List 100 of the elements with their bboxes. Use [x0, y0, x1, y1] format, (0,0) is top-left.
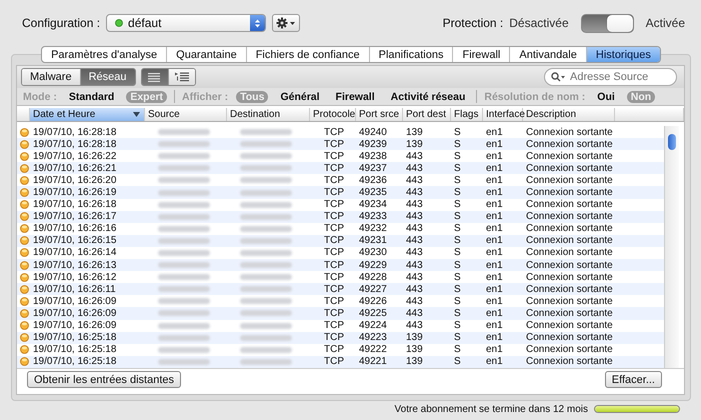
- table-cell-text: TCP: [323, 174, 345, 186]
- status-dot-icon: [20, 321, 29, 330]
- table-cell-text: 443: [405, 211, 424, 222]
- config-dropdown[interactable]: défaut: [106, 14, 266, 32]
- table-cell-text: 19/07/10, 16:28:18: [32, 126, 118, 138]
- column-header[interactable]: Destination: [227, 108, 310, 121]
- filter-option[interactable]: Standard: [64, 90, 118, 102]
- table-cell-text: en1: [485, 187, 504, 198]
- table-cell-text: 19/07/10, 16:26:16: [32, 223, 118, 234]
- tab[interactable]: Historiques: [586, 47, 660, 62]
- table-cell-text: TCP: [323, 284, 345, 295]
- table-cell-text: 19/07/10, 16:26:21: [32, 162, 118, 174]
- redacted-address: [240, 141, 292, 148]
- redacted-address: [240, 322, 292, 329]
- table-cell-text: en1: [485, 284, 504, 295]
- scrollbar-track[interactable]: [664, 126, 679, 368]
- table-cell-text: 49240: [358, 126, 388, 138]
- status-dot-icon: [20, 164, 29, 173]
- table-cell-text: en1: [485, 356, 504, 368]
- table-cell-text: TCP: [323, 247, 345, 258]
- redacted-address: [240, 214, 292, 220]
- redacted-address: [158, 358, 210, 365]
- status-dot-icon: [20, 357, 29, 366]
- table-cell-text: S: [453, 223, 462, 234]
- table-cell-text: 19/07/10, 16:26:12: [32, 272, 118, 283]
- column-header[interactable]: Protocole: [310, 108, 356, 121]
- filter-option[interactable]: Activité réseau: [386, 90, 470, 102]
- table-cell-text: Connexion sortante: [525, 272, 614, 283]
- status-dot-icon: [115, 19, 124, 27]
- table-cell-text: en1: [485, 296, 504, 307]
- table-cell-text: 49232: [358, 223, 388, 234]
- table-cell-text: S: [453, 296, 462, 307]
- status-dot-icon: [20, 236, 29, 246]
- column-header[interactable]: Port dest: [403, 108, 451, 121]
- table-cell-text: en1: [485, 138, 504, 150]
- search-field[interactable]: Adresse Source: [544, 68, 677, 86]
- redacted-address: [158, 262, 210, 268]
- table-cell-text: 49237: [358, 162, 388, 174]
- button[interactable]: Obtenir les entrées distantes: [27, 371, 182, 388]
- table-cell-text: S: [453, 138, 462, 150]
- list-view-button[interactable]: [142, 69, 168, 85]
- redacted-address: [158, 346, 210, 353]
- table-cell-text: TCP: [323, 211, 345, 222]
- sort-arrow-icon: [133, 112, 140, 117]
- redacted-address: [240, 226, 292, 232]
- table-cell-text: Connexion sortante: [525, 344, 614, 356]
- scrollbar-thumb[interactable]: [668, 134, 676, 150]
- redacted-address: [240, 129, 292, 136]
- column-header[interactable]: Date et Heure: [30, 108, 145, 121]
- status-dot-icon: [20, 284, 29, 294]
- redacted-address: [158, 190, 210, 196]
- table-cell-text: 19/07/10, 16:26:09: [32, 320, 118, 332]
- redacted-address: [158, 129, 210, 136]
- table-cell-text: 19/07/10, 16:26:19: [32, 187, 118, 198]
- column-header[interactable]: Interface: [483, 108, 523, 121]
- column-header[interactable]: Source: [145, 108, 227, 121]
- table-cell-text: en1: [485, 223, 504, 234]
- table-cell-text: TCP: [323, 126, 345, 138]
- filter-option[interactable]: Oui: [593, 90, 619, 102]
- table-cell-text: 443: [405, 272, 424, 283]
- table-cell-text: Connexion sortante: [525, 223, 614, 234]
- table-cell-text: S: [453, 211, 462, 222]
- redacted-address: [240, 190, 292, 196]
- button[interactable]: Effacer...: [604, 371, 662, 388]
- filter-option[interactable]: Firewall: [332, 90, 379, 102]
- gear-button[interactable]: [272, 14, 300, 32]
- status-dot-icon: [20, 308, 29, 318]
- column-header[interactable]: Flags: [451, 108, 483, 121]
- table-cell-text: Connexion sortante: [525, 126, 614, 138]
- segment-button[interactable]: Malware: [22, 69, 80, 85]
- table-cell-text: 19/07/10, 16:26:20: [32, 174, 118, 186]
- table-cell-text: Connexion sortante: [525, 308, 614, 319]
- status-dot-icon: [20, 212, 29, 222]
- table-cell-text: 443: [405, 320, 424, 332]
- table-cell-text: en1: [485, 247, 504, 258]
- table-cell-text: TCP: [323, 223, 345, 234]
- protection-switch[interactable]: [580, 14, 634, 32]
- table-cell-text: TCP: [323, 332, 345, 344]
- column-header[interactable]: Description: [523, 108, 615, 121]
- table-cell-text: Connexion sortante: [525, 296, 614, 307]
- redacted-address: [240, 238, 292, 244]
- redacted-address: [240, 177, 292, 184]
- filter-option[interactable]: Général: [276, 90, 324, 102]
- table-cell-text: 49230: [358, 247, 388, 258]
- table-cell-text: TCP: [323, 260, 345, 271]
- table-cell-text: en1: [485, 320, 504, 332]
- column-header[interactable]: Port srce: [356, 108, 403, 121]
- status-dot-icon: [20, 200, 29, 210]
- table-cell-text: 49238: [358, 150, 388, 162]
- table-cell-text: en1: [485, 332, 504, 344]
- redacted-address: [158, 250, 210, 256]
- redacted-address: [240, 153, 292, 160]
- table-cell-text: 19/07/10, 16:28:18: [32, 138, 118, 150]
- table-cell-text: S: [453, 235, 462, 246]
- tab[interactable]: Paramètres d'analyse: [42, 47, 166, 62]
- segment-button[interactable]: Réseau: [80, 69, 134, 85]
- redacted-address: [240, 286, 292, 292]
- outline-view-button[interactable]: [168, 69, 194, 85]
- table-cell-text: 19/07/10, 16:26:17: [32, 211, 118, 222]
- filter-label: Mode :: [23, 90, 57, 102]
